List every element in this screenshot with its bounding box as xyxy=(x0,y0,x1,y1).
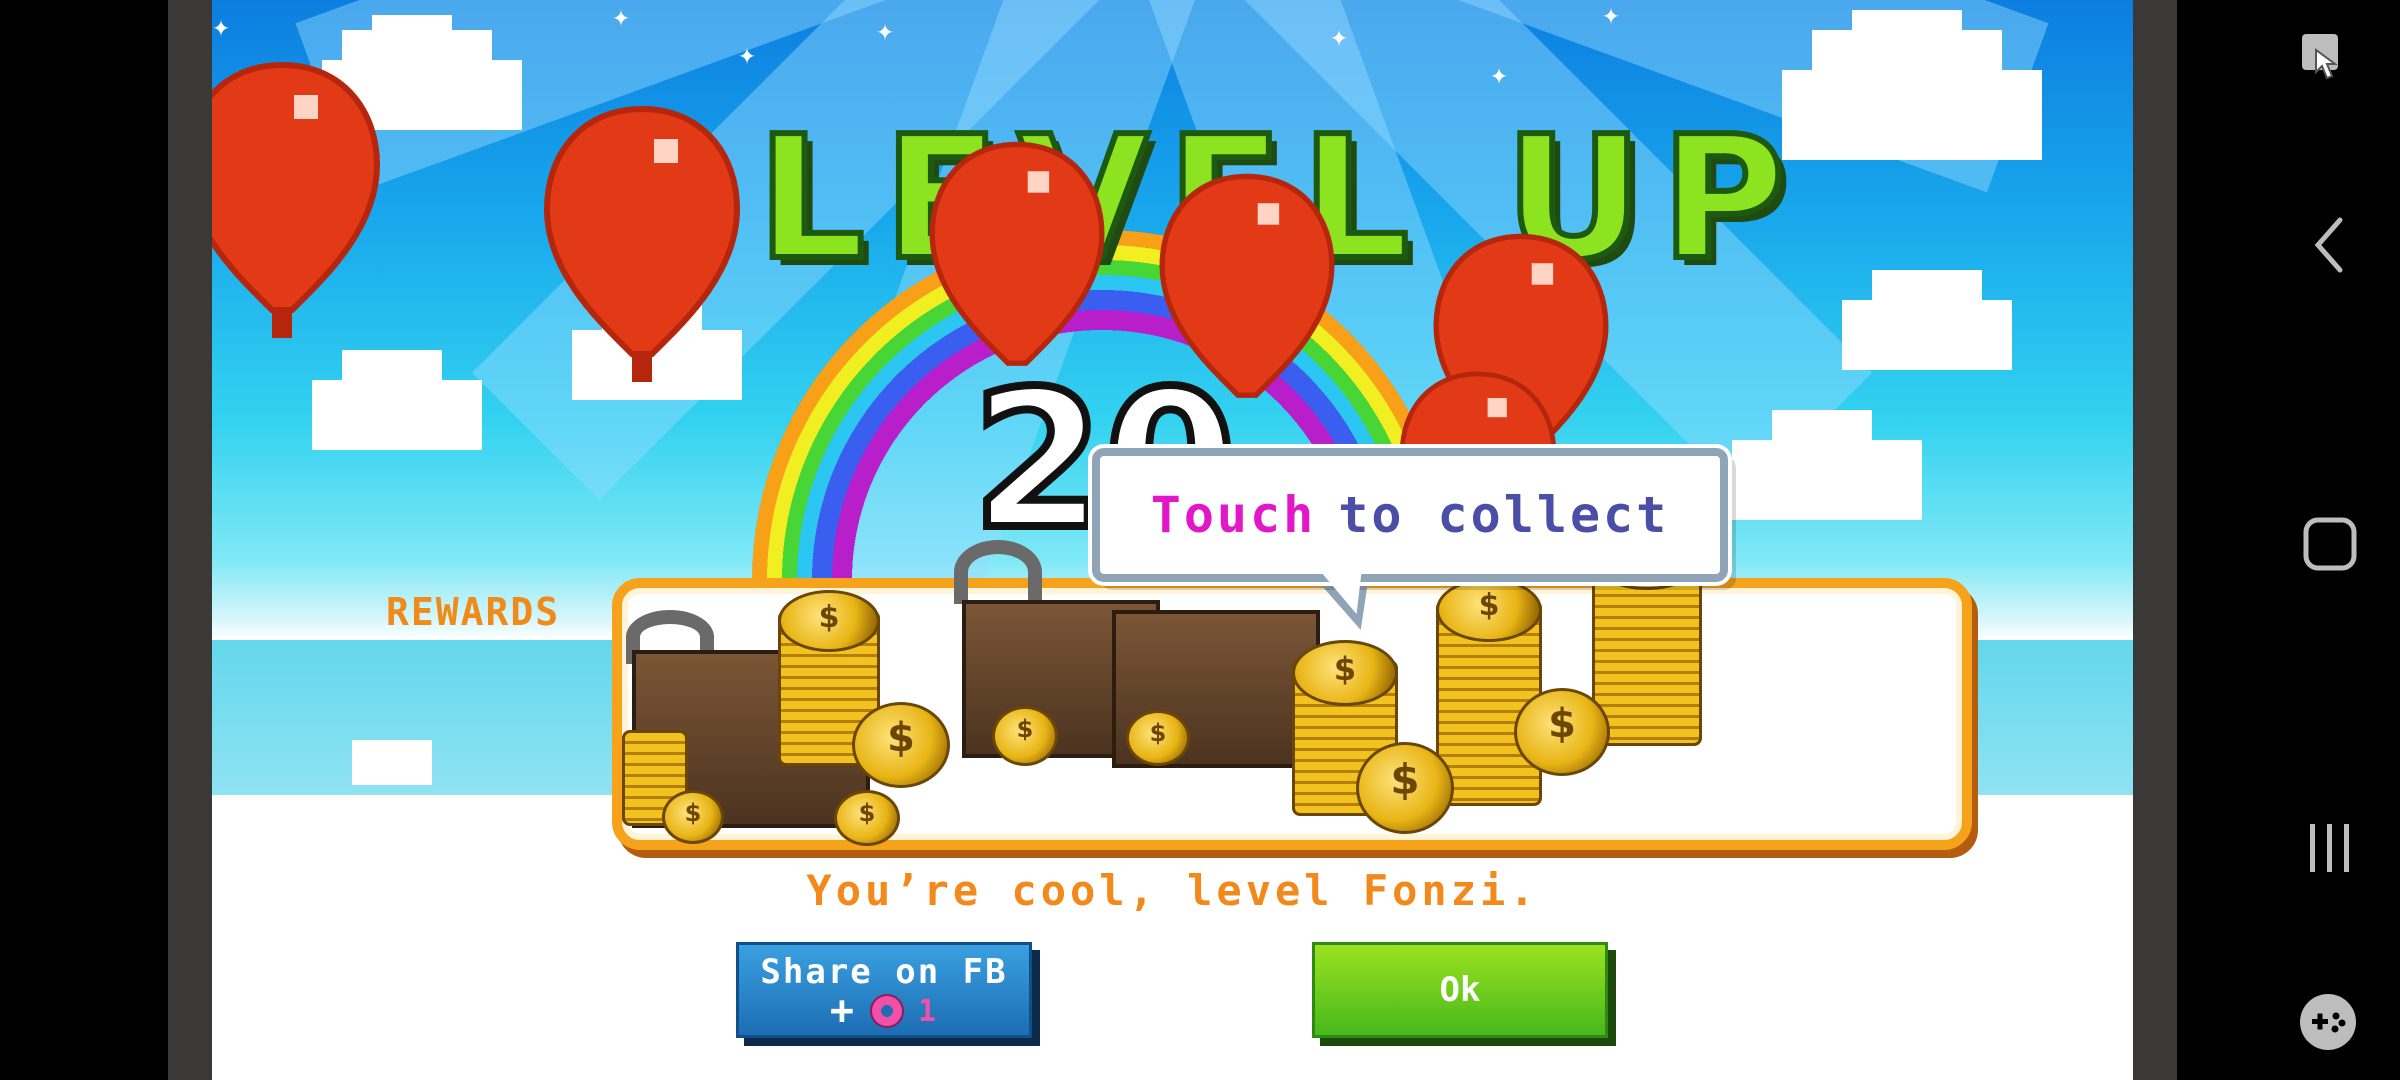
home-icon[interactable] xyxy=(2302,516,2358,572)
coin-icon[interactable] xyxy=(1126,710,1190,766)
balloon-icon[interactable] xyxy=(1152,172,1342,422)
coin-icon[interactable] xyxy=(992,706,1058,766)
coin-icon[interactable] xyxy=(1436,578,1542,642)
coin-icon[interactable] xyxy=(834,790,900,846)
game-scene[interactable]: ✦ ✦ ✦ ✦ ✦ ✦ ✦ LEVEL UP 20 REWARDS xyxy=(212,0,2133,1080)
sparkle-icon: ✦ xyxy=(612,0,631,34)
left-frame xyxy=(168,0,212,1080)
game-tools-icon[interactable] xyxy=(2298,992,2358,1052)
right-frame xyxy=(2133,0,2177,1080)
left-black-bar xyxy=(0,0,168,1080)
system-nav-bar xyxy=(2177,0,2400,1080)
bubble-rest-text: to collect xyxy=(1338,486,1670,544)
touch-lock-icon[interactable] xyxy=(2300,28,2360,88)
back-icon[interactable] xyxy=(2310,215,2350,275)
balloon-icon[interactable] xyxy=(542,104,742,384)
donut-icon xyxy=(870,994,905,1028)
share-bonus-value: 1 xyxy=(918,993,939,1029)
sparkle-icon: ✦ xyxy=(738,37,757,72)
coin-icon[interactable] xyxy=(1292,640,1398,706)
sparkle-icon: ✦ xyxy=(1602,0,1621,32)
touch-to-collect-bubble[interactable]: Touch to collect xyxy=(1092,448,1728,582)
coin-icon[interactable] xyxy=(852,702,950,788)
coin-icon[interactable] xyxy=(1356,742,1454,834)
rewards-label: REWARDS xyxy=(386,590,561,634)
share-on-fb-button[interactable]: Share on FB + 1 xyxy=(736,942,1032,1038)
sparkle-icon: ✦ xyxy=(1330,19,1349,54)
sparkle-icon: ✦ xyxy=(1490,57,1509,92)
balloon-icon[interactable] xyxy=(922,140,1112,390)
plus-sign: + xyxy=(829,988,857,1034)
share-button-label: Share on FB xyxy=(760,951,1008,992)
chest-lid xyxy=(954,540,1042,604)
bubble-highlight-text: Touch xyxy=(1150,486,1317,544)
ok-button-label: Ok xyxy=(1439,970,1481,1010)
balloon-icon[interactable] xyxy=(212,60,382,340)
coin-icon[interactable] xyxy=(1514,688,1610,776)
level-message: You’re cool, level Fonzi. xyxy=(806,866,1539,915)
sparkle-icon: ✦ xyxy=(212,9,231,44)
ok-button[interactable]: Ok xyxy=(1312,942,1608,1038)
recents-icon[interactable] xyxy=(2304,820,2356,876)
coin-icon[interactable] xyxy=(662,790,724,844)
share-bonus: + 1 xyxy=(829,988,939,1034)
sparkle-icon: ✦ xyxy=(876,13,895,48)
coin-icon[interactable] xyxy=(778,590,880,652)
